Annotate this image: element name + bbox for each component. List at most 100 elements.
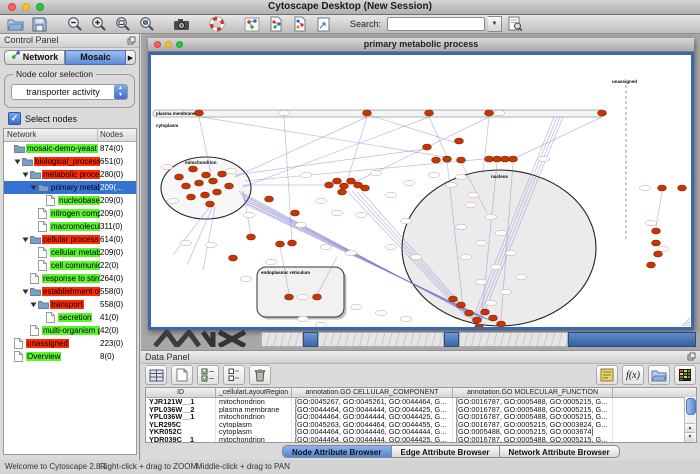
network-node[interactable] [229, 255, 238, 261]
table-column-header[interactable]: _cellularLayoutRegion [216, 388, 292, 397]
node-color-combo[interactable]: transporter activity ▲▼ [11, 84, 128, 100]
network-node[interactable] [325, 182, 334, 188]
window-fragment[interactable] [444, 332, 459, 347]
network-node[interactable] [485, 156, 494, 162]
zoom-window-button[interactable] [36, 3, 44, 11]
network-tree-row[interactable]: establishment of lo558(0) [4, 285, 136, 298]
save-session-icon[interactable] [29, 16, 50, 33]
network-node[interactable] [247, 234, 256, 240]
network-node[interactable] [493, 156, 502, 162]
select-nodes-checkbox[interactable]: ✓ [8, 112, 21, 125]
table-row[interactable]: YDR039C__1mitochondrion[GO:0044464, GO:0… [146, 436, 696, 443]
network-node[interactable] [652, 240, 661, 246]
network-node[interactable] [485, 110, 494, 116]
network-node[interactable] [333, 178, 342, 184]
table-row[interactable]: YPL036W__2plasma membrane[GO:0044464, GO… [146, 406, 696, 414]
table-cell[interactable]: [GO:0045267, GO:0045261, GO:0044464, G..… [292, 398, 453, 406]
table-cell[interactable]: YLR295C [146, 421, 216, 429]
table-cell[interactable]: plasma membrane [216, 406, 292, 414]
tab-network[interactable]: Network [4, 50, 65, 65]
table-cell[interactable]: cytoplasm [216, 421, 292, 429]
network-node[interactable] [497, 321, 506, 327]
expander-icon[interactable] [22, 171, 30, 178]
zoom-out-icon[interactable] [64, 16, 85, 33]
network-tree-row[interactable]: unassigned223(0) [4, 337, 136, 350]
network-node[interactable] [425, 110, 434, 116]
network-node[interactable] [291, 210, 300, 216]
help-lifesaver-icon[interactable] [206, 16, 227, 33]
network-node[interactable] [363, 110, 372, 116]
zoom-in-icon[interactable] [88, 16, 109, 33]
expander-icon[interactable] [22, 236, 30, 243]
create-attribute-icon[interactable] [171, 365, 193, 385]
table-cell[interactable]: [GO:0044464, GO:0044444, GO:0044425, G..… [292, 406, 453, 414]
table-cell[interactable]: [GO:0045263, GO:0044464, GO:0044455, G..… [292, 421, 453, 429]
table-cell[interactable]: [GO:0016787, GO:0005488, GO:0005215, G..… [453, 413, 613, 421]
panel-settings-icon[interactable] [596, 365, 618, 385]
table-row[interactable]: YPL036W__1mitochondrion[GO:0044464, GO:0… [146, 413, 696, 421]
network-node[interactable] [288, 240, 297, 246]
zoom-fit-icon[interactable] [112, 16, 133, 33]
advanced-search-icon[interactable] [505, 16, 526, 33]
scroll-down-icon[interactable]: ▼ [685, 432, 695, 442]
table-column-header[interactable]: annotation.GO CELLULAR_COMPONENT [292, 388, 453, 397]
table-cell[interactable]: [GO:0044464, GO:0044444, GO:0044425, G..… [292, 413, 453, 421]
delete-attribute-icon[interactable] [249, 365, 271, 385]
network-node[interactable] [218, 171, 227, 177]
network-node[interactable] [265, 196, 274, 202]
select-attributes-icon[interactable] [197, 365, 219, 385]
overview-icon[interactable] [241, 16, 262, 33]
network-node[interactable] [654, 251, 663, 257]
network-node[interactable] [213, 189, 222, 195]
search-dropdown-arrow[interactable]: ▼ [488, 16, 502, 32]
annotation-icon[interactable] [313, 16, 334, 33]
view-zoom-button[interactable] [176, 41, 183, 48]
table-cell[interactable]: [GO:0016787, GO:0005215, GO:0003824, G..… [453, 421, 613, 429]
network-node[interactable] [313, 294, 322, 300]
network-node[interactable] [187, 194, 196, 200]
network-node[interactable] [658, 185, 667, 191]
network-tree-row[interactable]: nucleobase-209(0) [4, 194, 136, 207]
window-fragment[interactable] [568, 332, 696, 347]
table-cell[interactable]: YPL036W__1 [146, 413, 216, 421]
attribute-matrix-icon[interactable] [674, 365, 696, 385]
network-node[interactable] [195, 180, 204, 186]
network-node[interactable] [202, 172, 211, 178]
network-tree-row[interactable]: metabolic process280(0) [4, 168, 136, 181]
network-tree-row[interactable]: Overview8(0) [4, 350, 136, 363]
minimize-window-button[interactable] [22, 3, 30, 11]
table-row[interactable]: YJR121W__1mitochondrion[GO:0045267, GO:0… [146, 398, 696, 406]
network-node[interactable] [285, 294, 294, 300]
open-session-icon[interactable] [5, 16, 26, 33]
network-tree-row[interactable]: cell communicat22(0) [4, 259, 136, 272]
network-tree-row[interactable]: cellular metabo209(0) [4, 246, 136, 259]
table-cell[interactable]: YKR052C [146, 428, 216, 436]
show-attributes-icon[interactable] [145, 365, 167, 385]
network-node[interactable] [209, 178, 218, 184]
table-cell[interactable]: [GO:0016787, GO:0005488, GO:0005215, G..… [453, 406, 613, 414]
expander-icon[interactable] [14, 158, 22, 165]
network-node[interactable] [449, 296, 458, 302]
network-tree-row[interactable]: primary metab209(... [4, 181, 136, 194]
network-canvas[interactable]: plasma membranecytoplasmmitochondrionnuc… [148, 52, 694, 330]
table-cell[interactable]: mitochondrion [216, 413, 292, 421]
table-row[interactable]: YLR295Ccytoplasm[GO:0045263, GO:0044464,… [146, 421, 696, 429]
network-node[interactable] [182, 183, 191, 189]
network-tree-row[interactable]: multi-organism pro42(0) [4, 324, 136, 337]
tab-node-attribute-browser[interactable]: Node Attribute Browser [282, 445, 392, 458]
network-node[interactable] [195, 110, 204, 116]
table-cell[interactable]: YPL036W__2 [146, 406, 216, 414]
network-node[interactable] [481, 309, 490, 315]
network-node[interactable] [489, 315, 498, 321]
scrollbar-thumb[interactable] [686, 398, 696, 415]
window-fragment[interactable] [303, 332, 318, 347]
tree-col-network[interactable]: Network [4, 129, 98, 141]
view-close-button[interactable] [154, 41, 161, 48]
network-tree-row[interactable]: macromolecule311(0) [4, 220, 136, 233]
network-tree-row[interactable]: transport558(0) [4, 298, 136, 311]
tab-edge-attribute-browser[interactable]: Edge Attribute Browser [392, 445, 500, 458]
network-tree-row[interactable]: cellular process614(0) [4, 233, 136, 246]
network-node[interactable] [501, 156, 510, 162]
table-cell[interactable]: [GO:0016787, GO:0005488, GO:0005215, G..… [453, 398, 613, 406]
table-cell[interactable]: [GO:0005488, GO:0005215, GO:0003674] [453, 428, 613, 436]
